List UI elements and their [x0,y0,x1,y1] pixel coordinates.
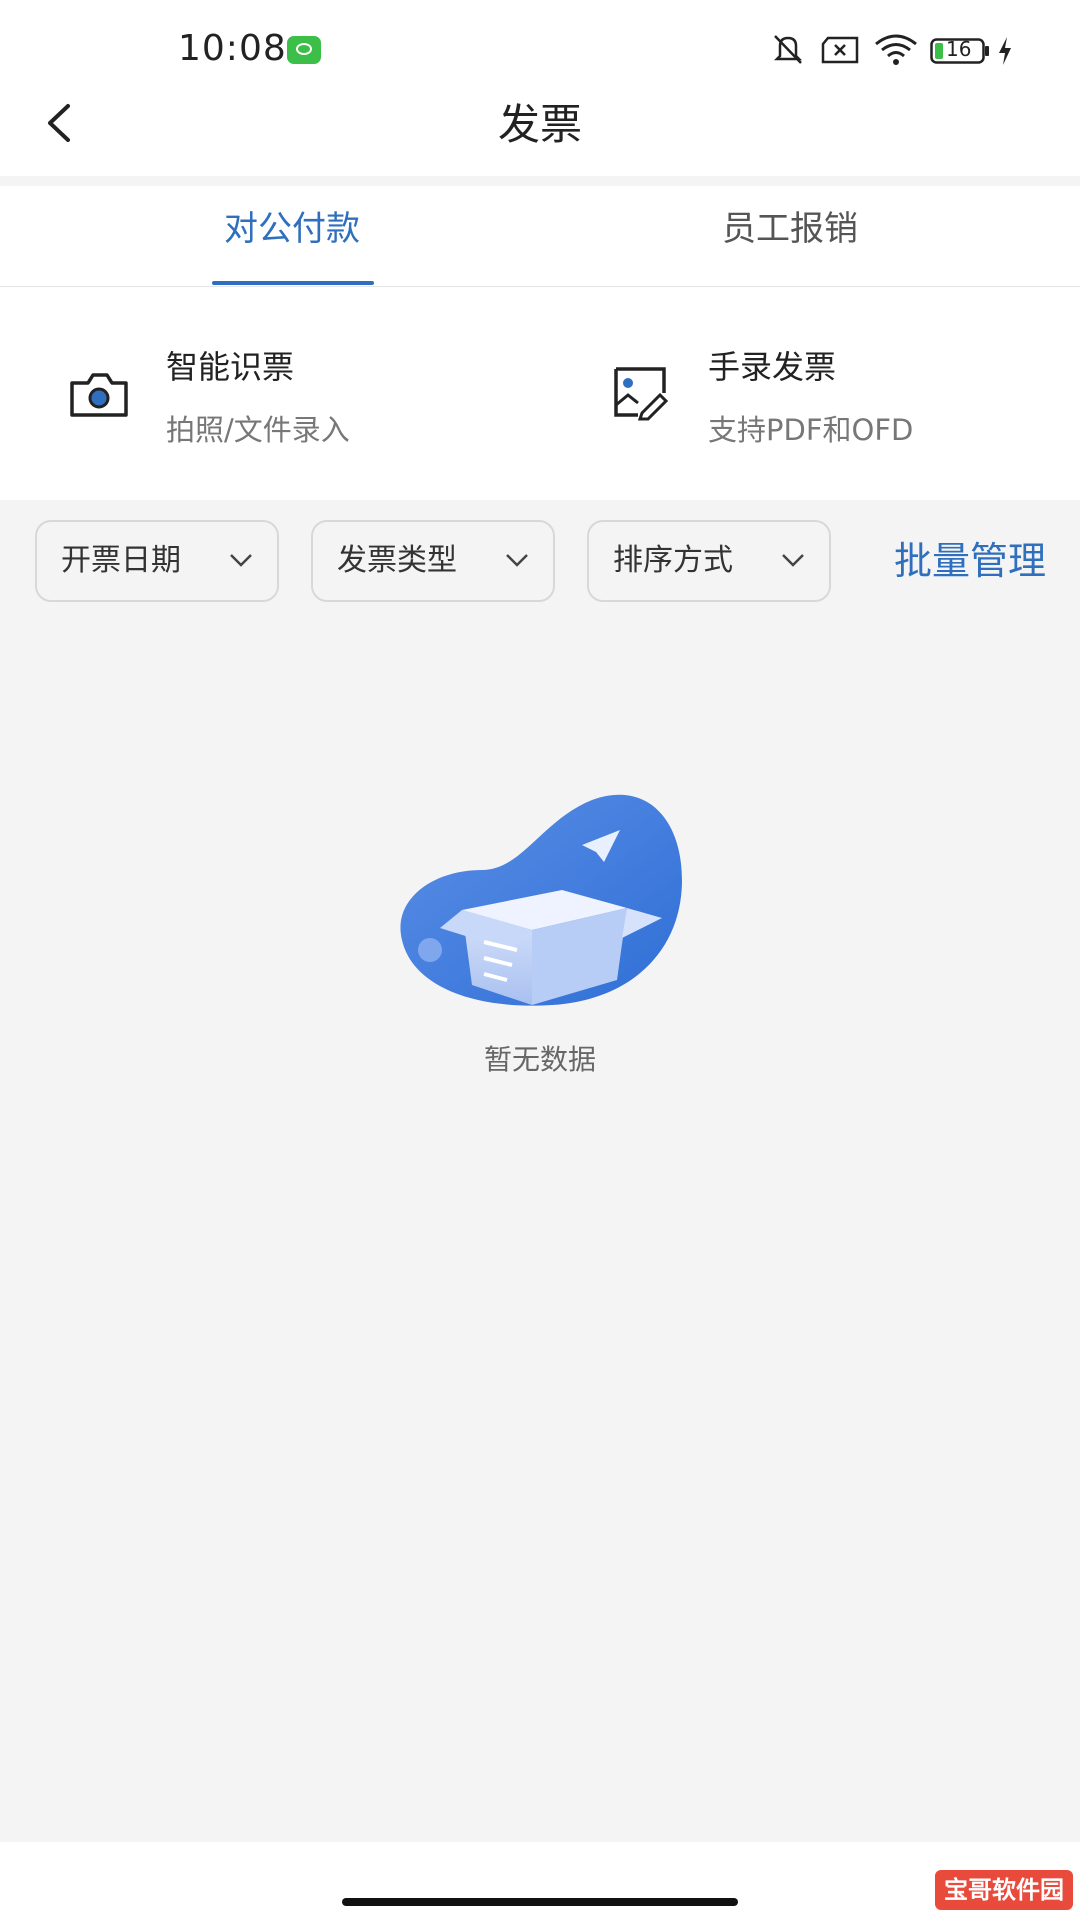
sort-filter[interactable]: 排序方式 [587,520,831,602]
wifi-icon [875,34,917,65]
filter-label: 发票类型 [337,543,457,578]
nav-bar: 发票 [0,100,1080,176]
entry-subtitle: 拍照/文件录入 [166,413,350,447]
chevron-down-icon [230,554,252,567]
smart-recognition-entry[interactable]: 智能识票 拍照/文件录入 [0,287,540,500]
invoice-entry-section: 智能识票 拍照/文件录入 手录发票 支持PDF和OFD [0,287,1080,500]
battery-level: 16 [946,37,972,61]
entry-title: 智能识票 [166,348,295,386]
status-bar: 10:08 16 [0,0,1080,100]
tab-corporate-payment[interactable]: 对公付款 [22,186,562,286]
active-tab-indicator [212,281,374,285]
filter-label: 排序方式 [613,543,733,578]
tab-bar: 对公付款 员工报销 [0,186,1080,287]
batch-manage-button[interactable]: 批量管理 [894,520,1046,602]
wechat-icon [287,36,321,64]
edit-image-icon [614,367,668,421]
entry-subtitle: 支持PDF和OFD [708,413,914,447]
chevron-down-icon [506,554,528,567]
empty-state-text: 暂无数据 [483,1043,596,1076]
bottom-safe-area [0,1842,1080,1920]
invoice-type-filter[interactable]: 发票类型 [311,520,555,602]
empty-box-illustration [400,794,682,1006]
sim-off-icon [821,36,859,64]
manual-entry[interactable]: 手录发票 支持PDF和OFD [540,287,1080,500]
status-icons: 16 [770,30,1040,70]
charging-icon [999,37,1011,65]
tab-employee-reimbursement[interactable]: 员工报销 [520,186,1060,286]
filter-bar: 开票日期 发票类型 排序方式 批量管理 [0,520,1080,606]
watermark-logo: 宝哥软件园 [935,1870,1073,1910]
status-time: 10:08 [178,28,287,69]
chevron-down-icon [782,554,804,567]
mute-icon [773,35,803,64]
invoice-date-filter[interactable]: 开票日期 [35,520,279,602]
home-indicator[interactable] [342,1898,738,1906]
camera-icon [70,373,128,417]
page-title: 发票 [497,100,582,149]
filter-label: 开票日期 [61,543,181,578]
entry-title: 手录发票 [708,348,837,386]
